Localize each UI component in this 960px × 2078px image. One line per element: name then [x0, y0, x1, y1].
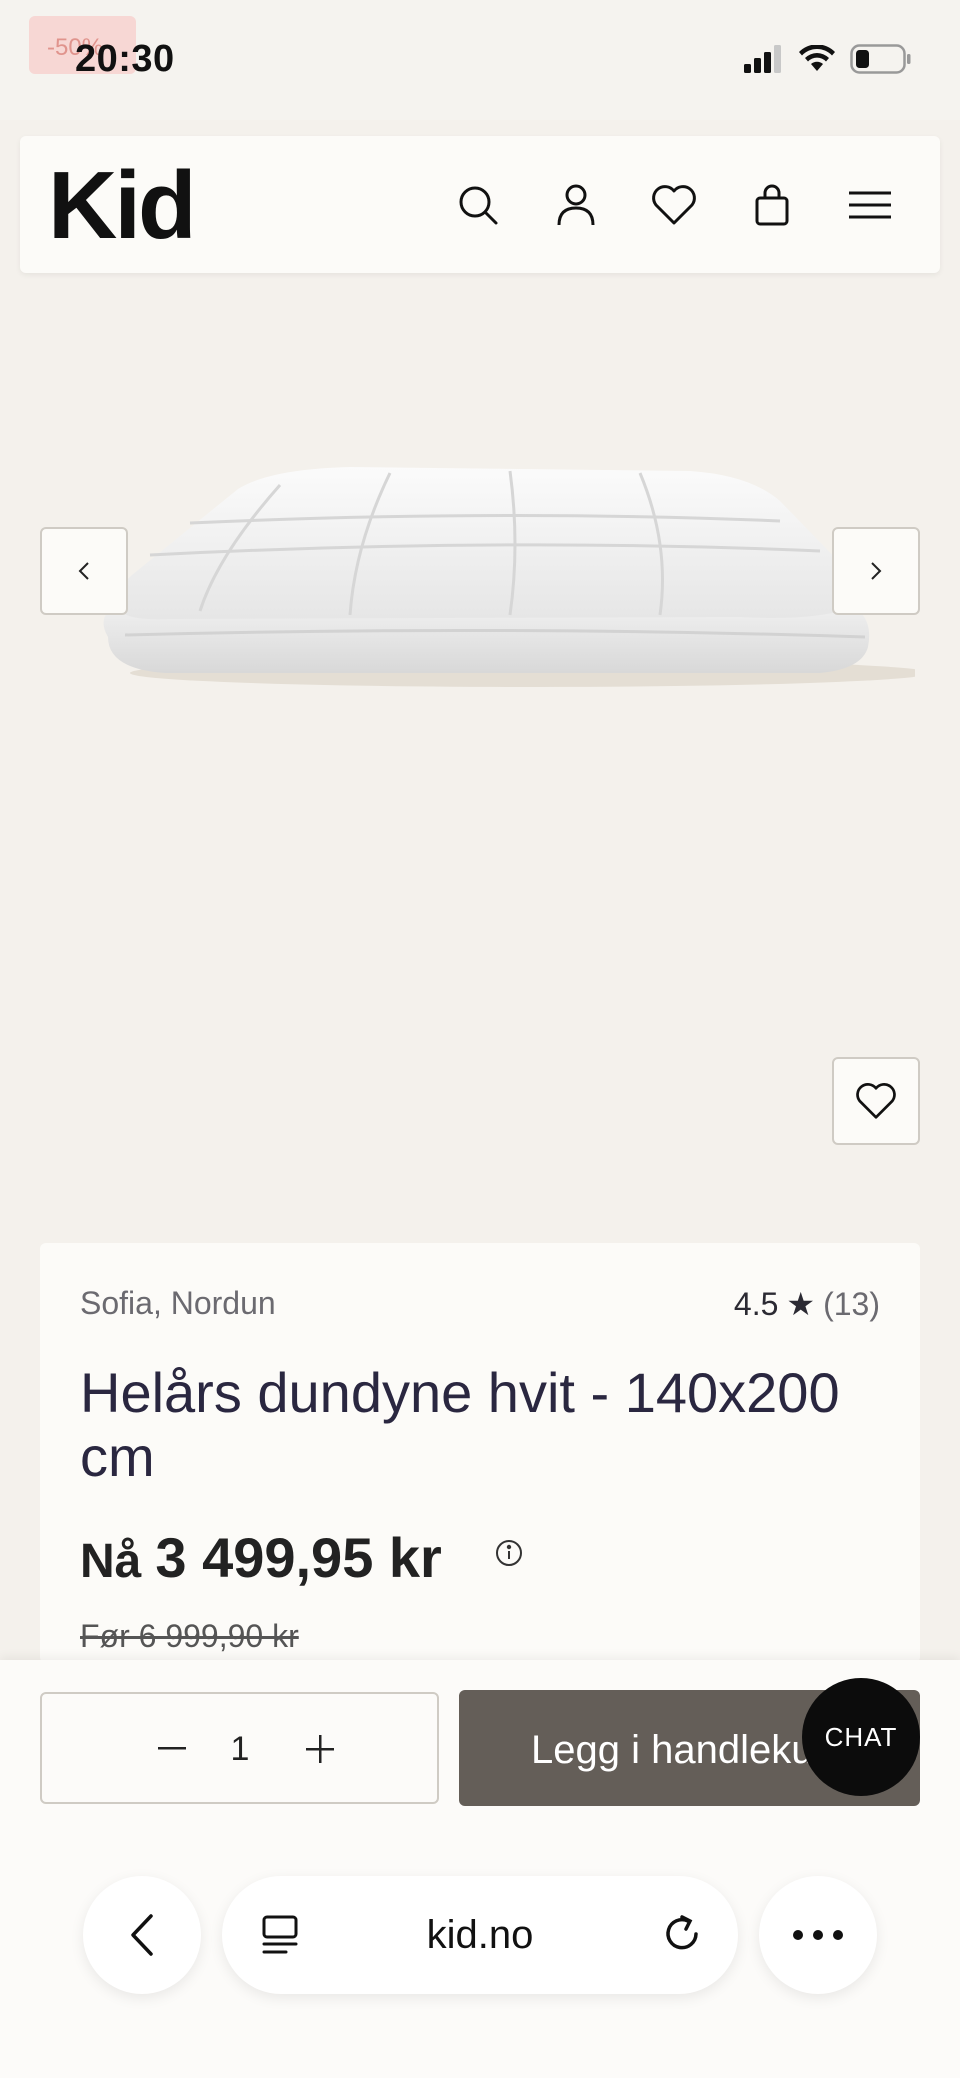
review-count: (13) [823, 1285, 880, 1322]
chevron-left-icon [78, 562, 89, 580]
account-icon[interactable] [549, 178, 603, 232]
signal-icon [744, 45, 781, 73]
battery-icon [850, 44, 911, 74]
heart-icon [856, 1083, 896, 1119]
minus-icon[interactable] [147, 1724, 197, 1774]
cart-icon[interactable] [745, 178, 799, 232]
kid-logo[interactable]: Kid [48, 158, 197, 254]
chevron-right-icon [871, 562, 882, 580]
menu-icon[interactable] [843, 178, 897, 232]
status-icons [744, 44, 912, 74]
wifi-icon [799, 45, 835, 71]
gallery-prev-button[interactable] [40, 527, 128, 615]
more-icon [793, 1930, 843, 1940]
product-info-card: Sofia, Nordun 4.5 ★ (13) Helårs dundyne … [40, 1243, 920, 1663]
product-rating[interactable]: 4.5 ★ (13) [734, 1285, 880, 1323]
reload-icon[interactable] [660, 1912, 704, 1956]
search-icon[interactable] [451, 178, 505, 232]
before-price: Før 6 999,90 kr [80, 1618, 299, 1654]
star-icon: ★ [786, 1286, 816, 1322]
product-image[interactable] [50, 425, 915, 715]
price-value: 3 499,95 kr [155, 1526, 442, 1589]
price-info-icon[interactable] [494, 1538, 524, 1568]
plus-icon[interactable] [295, 1724, 345, 1774]
back-icon [131, 1914, 153, 1956]
status-bar: -50% 20:30 [0, 0, 960, 120]
quantity-value[interactable]: 1 [222, 1724, 258, 1774]
product-brand[interactable]: Sofia, Nordun [80, 1285, 276, 1322]
favorite-button[interactable] [832, 1057, 920, 1145]
status-time: 20:30 [75, 38, 175, 80]
browser-back-button[interactable] [83, 1876, 201, 1994]
sticky-cart-bar: 1 Legg i handlekurv CHAT kid.no [0, 1660, 960, 2078]
product-gallery [0, 290, 960, 1230]
site-header: Kid [20, 136, 940, 273]
current-price: Nå 3 499,95 kr [80, 1525, 442, 1590]
chat-button[interactable]: CHAT [802, 1678, 920, 1796]
browser-more-button[interactable] [759, 1876, 877, 1994]
rating-value: 4.5 [733, 1285, 779, 1322]
price-label: Nå [80, 1535, 142, 1588]
gallery-next-button[interactable] [832, 527, 920, 615]
product-title: Helårs dundyne hvit - 140x200 cm [80, 1361, 840, 1488]
wishlist-icon[interactable] [647, 178, 701, 232]
address-bar[interactable]: kid.no [222, 1876, 738, 1994]
quantity-stepper: 1 [40, 1692, 439, 1804]
